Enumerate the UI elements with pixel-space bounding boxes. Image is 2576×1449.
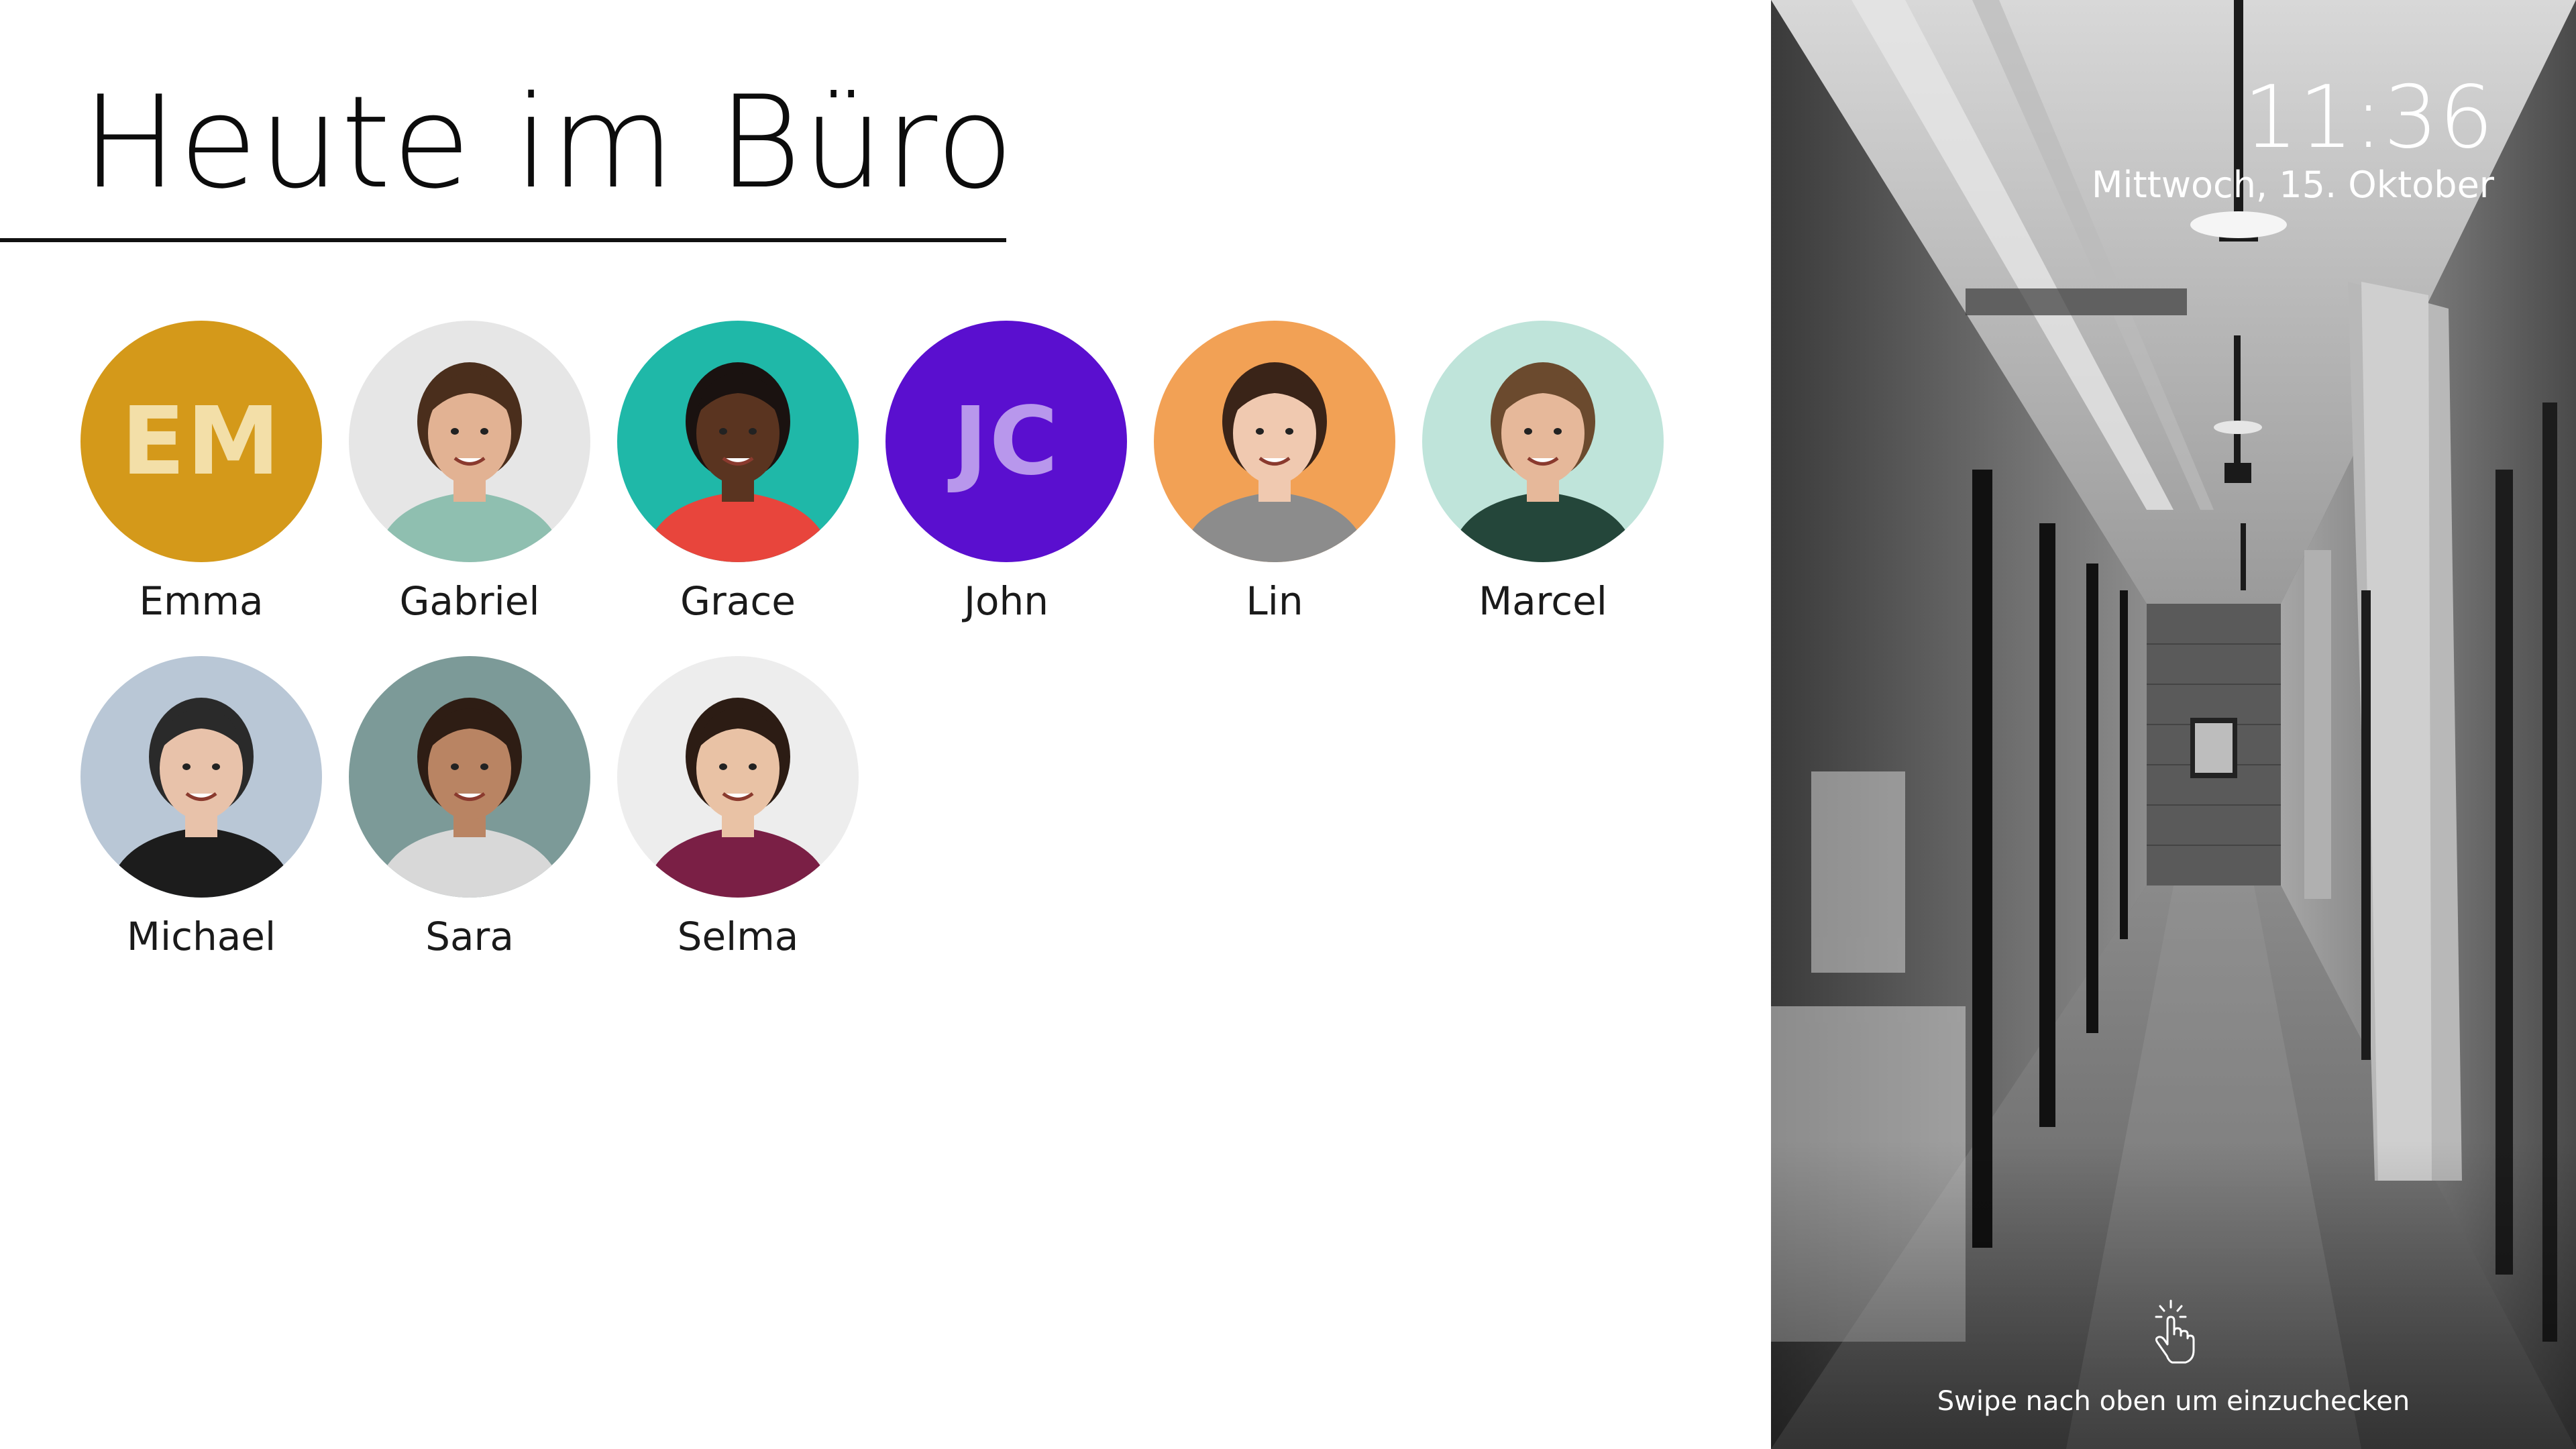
office-presence-screen: Heute im Büro EM Emma Gabriel Grace JC John Li… [0,0,2576,1449]
person-card[interactable]: Selma [617,656,859,959]
avatar-photo [1154,321,1395,562]
person-name: Gabriel [399,578,540,624]
person-name: John [963,578,1049,624]
avatar-photo [349,656,590,898]
person-name: Lin [1246,578,1303,624]
person-photo-icon [617,321,859,562]
avatar-photo [617,656,859,898]
person-photo-icon [80,656,322,898]
person-name: Selma [677,914,799,959]
person-card[interactable]: JC John [885,321,1127,624]
avatar-photo [617,321,859,562]
person-card[interactable]: Sara [349,656,590,959]
person-photo-icon [349,656,590,898]
person-name: Grace [680,578,796,624]
person-name: Emma [139,578,264,624]
office-corridor-photo [1771,0,2576,1449]
checkin-hint: Swipe nach oben um einzuchecken [1937,1386,2410,1417]
avatar-photo [1422,321,1664,562]
page-title: Heute im Büro [82,68,1016,217]
person-card[interactable]: Michael [80,656,322,959]
avatar-initials: JC [885,321,1127,562]
person-name: Sara [425,914,514,959]
avatar-initials-text: EM [121,386,282,496]
avatar-initials: EM [80,321,322,562]
person-photo-icon [1422,321,1664,562]
presence-panel: Heute im Büro EM Emma Gabriel Grace JC John Li… [0,0,1771,1449]
swipe-up-hand-icon [2155,1299,2195,1364]
title-underline [0,238,1006,242]
person-photo-icon [349,321,590,562]
person-photo-icon [1154,321,1395,562]
checkin-panel[interactable]: 11:36 Mittwoch, 15. Oktober Swipe nach o… [1771,0,2576,1449]
person-card[interactable]: Gabriel [349,321,590,624]
person-photo-icon [617,656,859,898]
person-card[interactable]: Marcel [1422,321,1664,624]
avatar-photo [80,656,322,898]
person-card[interactable]: Grace [617,321,859,624]
person-card[interactable]: Lin [1154,321,1395,624]
avatar-photo [349,321,590,562]
person-name: Michael [126,914,276,959]
person-name: Marcel [1479,578,1607,624]
person-card[interactable]: EM Emma [80,321,322,624]
current-date: Mittwoch, 15. Oktober [2091,164,2494,206]
current-time: 11:36 [2243,68,2494,168]
avatar-initials-text: JC [953,386,1060,496]
